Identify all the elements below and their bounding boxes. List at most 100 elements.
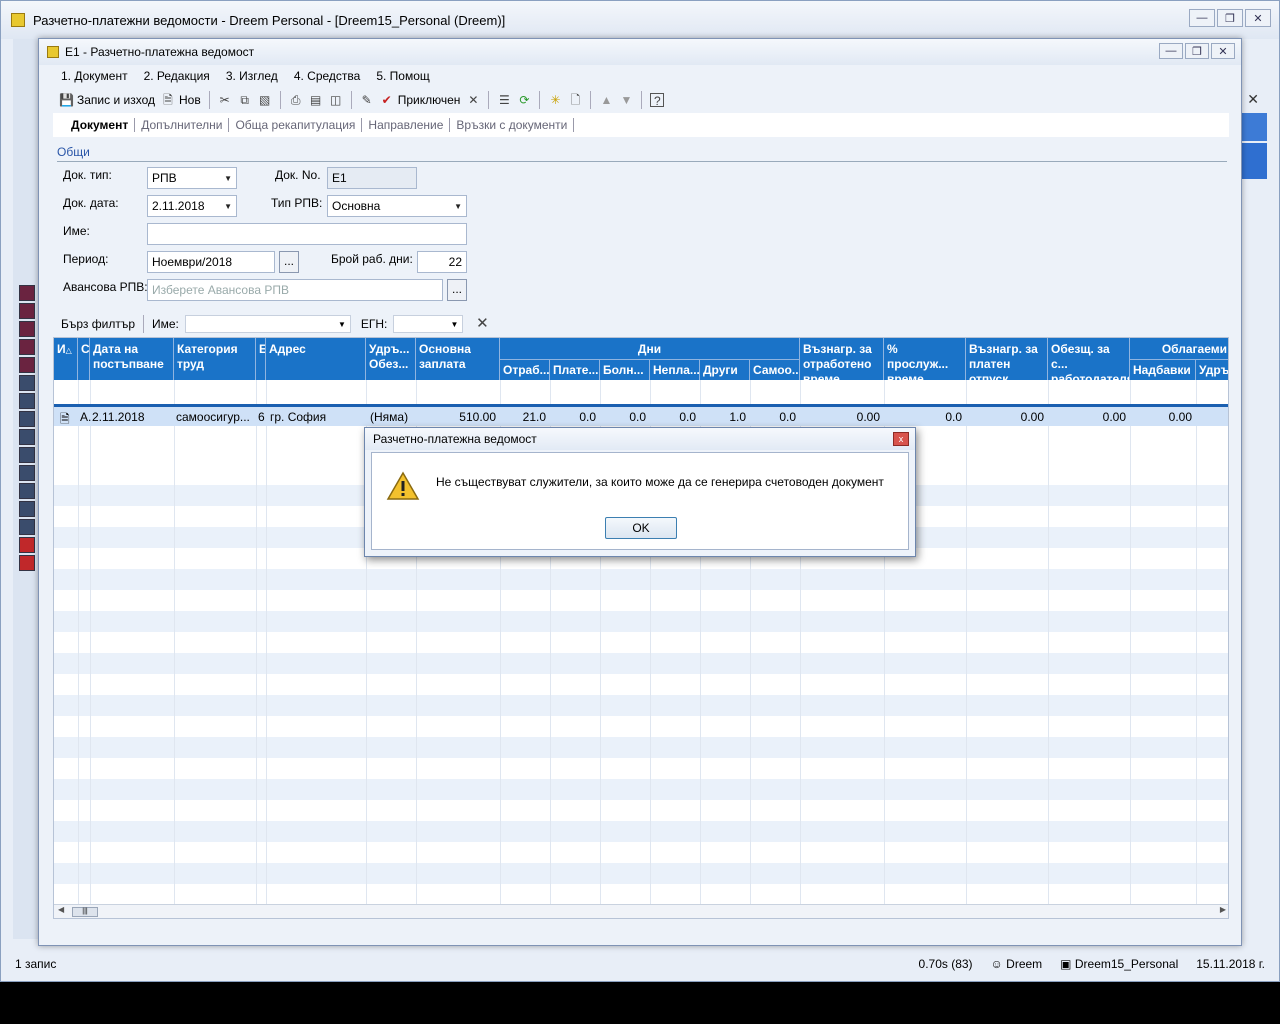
col-header-c[interactable]: С. <box>78 338 90 380</box>
col-header-address[interactable]: Адрес <box>266 338 366 380</box>
database-name: Dreem15_Personal <box>1074 957 1179 971</box>
col-header-salary[interactable]: Основна заплата <box>416 338 500 380</box>
filter-egn-input[interactable]: ▼ <box>393 315 464 333</box>
delete-icon[interactable]: ✕ <box>466 93 480 107</box>
doc-no-field: E1 <box>327 167 417 189</box>
page-icon[interactable]: 🗋 <box>568 93 582 107</box>
dialog-close-icon[interactable]: x <box>893 432 909 446</box>
cell-start-date: 2.11.2018 <box>92 410 145 424</box>
col-header-e[interactable]: Е <box>256 338 266 380</box>
menu-help[interactable]: 5. Помощ <box>376 69 429 83</box>
rpv-type-select[interactable]: Основна ▼ <box>327 195 467 217</box>
chevron-down-icon: ▼ <box>337 319 346 329</box>
horizontal-scrollbar[interactable]: ◀ ||| ▶ <box>54 904 1228 918</box>
menu-document[interactable]: 1. Документ <box>61 69 128 83</box>
toolbar-separator <box>350 91 352 109</box>
col-header-pay-leave[interactable]: Възнагр. за платен отпуск <box>966 338 1048 380</box>
restore-icon[interactable]: ❐ <box>1217 9 1243 27</box>
menu-edit[interactable]: 2. Редакция <box>144 69 210 83</box>
period-browse-button[interactable]: ... <box>279 251 299 273</box>
grid-empty-row <box>54 863 1228 884</box>
advance-input[interactable]: Изберете Авансова РПВ <box>147 279 443 301</box>
clear-filter-icon[interactable]: ✕ <box>475 316 489 331</box>
tab-recap[interactable]: Обща рекапитулация <box>229 118 363 132</box>
tab-additional[interactable]: Допълнителни <box>135 118 230 132</box>
col-header-deductions[interactable]: Удръ <box>1196 359 1228 380</box>
grid-col-line <box>256 380 257 908</box>
scroll-right-icon[interactable]: ▶ <box>1220 905 1226 914</box>
list-icon[interactable]: ☰ <box>497 93 511 107</box>
minimize-icon[interactable]: — <box>1189 9 1215 27</box>
col-header-days-unpaid[interactable]: Непла... <box>650 359 700 380</box>
advance-browse-button[interactable]: ... <box>447 279 467 301</box>
app-icon <box>11 13 25 27</box>
panel-close-icon[interactable]: ✕ <box>1247 91 1259 108</box>
col-header-days-paid[interactable]: Плате... <box>550 359 600 380</box>
col-header-compensation[interactable]: Обезщ. за с... работодателя <box>1048 338 1130 380</box>
filter-name-input[interactable]: ▼ <box>184 315 351 333</box>
toolbar-separator <box>279 91 281 109</box>
cell-days-unpaid: 0.0 <box>679 410 696 424</box>
arrow-down-icon[interactable]: ▼ <box>619 93 633 107</box>
doc-no-value: E1 <box>332 171 347 185</box>
doc-type-value: РПВ <box>152 171 177 185</box>
grid-col-line <box>90 380 91 908</box>
arrow-up-icon[interactable]: ▲ <box>599 93 613 107</box>
tab-document[interactable]: Документ <box>65 118 136 132</box>
scroll-thumb[interactable]: ||| <box>72 907 98 917</box>
col-header-pay-worked[interactable]: Възнагр. за отработено време <box>800 338 884 380</box>
name-input[interactable] <box>147 223 467 245</box>
doc-date-picker[interactable]: 2.11.2018 ▼ <box>147 195 237 217</box>
col-header-bonuses[interactable]: Надбавки <box>1130 359 1196 380</box>
user-name: Dreem <box>1006 957 1043 971</box>
period-input[interactable]: Ноември/2018 <box>147 251 275 273</box>
table-row[interactable]: 🗎 А. 2.11.2018 самоосигур... 6 гр. София… <box>54 404 1228 426</box>
restore-icon[interactable]: ❐ <box>1185 43 1209 59</box>
col-header-days-other[interactable]: Други <box>700 359 750 380</box>
minimize-icon[interactable]: — <box>1159 43 1183 59</box>
cut-icon[interactable]: ✂ <box>218 93 232 107</box>
print-icon[interactable]: ⎙ <box>289 93 303 107</box>
col-header-days-sick[interactable]: Болн... <box>600 359 650 380</box>
workdays-input[interactable]: 22 <box>417 251 467 273</box>
scroll-left-icon[interactable]: ◀ <box>58 905 64 914</box>
new-button[interactable]: 🗎 Нов <box>161 93 201 107</box>
close-icon[interactable]: ✕ <box>1245 9 1271 27</box>
col-header-icon[interactable]: И△ <box>54 338 78 380</box>
col-header-start-date[interactable]: Дата на постъпване <box>90 338 174 380</box>
grid-empty-row <box>54 842 1228 863</box>
edit-document-icon[interactable]: ✎ <box>360 93 374 107</box>
tab-direction[interactable]: Направление <box>362 118 451 132</box>
cell-pay-leave: 0.00 <box>1020 410 1044 424</box>
doc-type-select[interactable]: РПВ ▼ <box>147 167 237 189</box>
background-selection <box>1239 143 1267 179</box>
save-exit-button[interactable]: 💾 Запис и изход <box>59 93 155 107</box>
cell-bonuses: 0.00 <box>1168 410 1192 424</box>
col-header-days-worked[interactable]: Отраб... <box>500 359 550 380</box>
col-header-category[interactable]: Категория труд <box>174 338 256 380</box>
export-icon[interactable]: ◫ <box>329 93 343 107</box>
grid-empty-row <box>54 779 1228 800</box>
doc-date-value: 2.11.2018 <box>152 199 205 213</box>
tab-links[interactable]: Връзки с документи <box>450 118 575 132</box>
help-icon[interactable]: ? <box>650 93 665 108</box>
paste-icon[interactable]: ▧ <box>258 93 272 107</box>
refresh-icon[interactable]: ⟳ <box>517 93 531 107</box>
database-icon: ▣ <box>1060 957 1072 971</box>
ok-button[interactable]: OK <box>605 517 677 539</box>
generate-icon[interactable]: ✳ <box>548 93 562 107</box>
grid-empty-row <box>54 653 1228 674</box>
copy-icon[interactable]: ⧉ <box>238 93 252 107</box>
grid-empty-row <box>54 800 1228 821</box>
timing-info: 0.70s (83) <box>918 957 973 971</box>
menu-tools[interactable]: 4. Средства <box>294 69 361 83</box>
col-header-days-self[interactable]: Самоо... <box>750 359 800 380</box>
col-header-deduct[interactable]: Удръ... Обез... <box>366 338 416 380</box>
print-preview-icon[interactable]: ▤ <box>309 93 323 107</box>
menu-view[interactable]: 3. Изглед <box>226 69 278 83</box>
grid-empty-row <box>54 611 1228 632</box>
close-icon[interactable]: ✕ <box>1211 43 1235 59</box>
complete-button[interactable]: ✔ Приключен <box>380 93 461 107</box>
grid-empty-row <box>54 569 1228 590</box>
col-header-seniority[interactable]: % прослуж... време <box>884 338 966 380</box>
